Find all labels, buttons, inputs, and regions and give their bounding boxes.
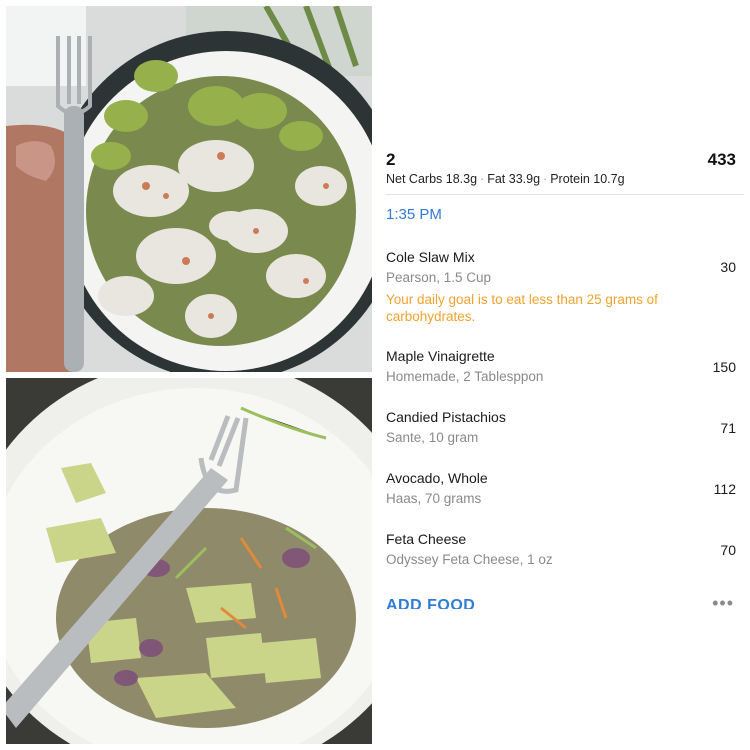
food-name: Maple Vinaigrette	[386, 348, 495, 364]
food-calories: 150	[712, 359, 736, 375]
meal-macros: Net Carbs 18.3g · Fat 33.9g · Protein 10.7g	[386, 172, 625, 186]
meal-total-calories: 433	[707, 150, 736, 169]
add-food-button[interactable]: ADD FOOD	[386, 595, 475, 609]
food-name: Feta Cheese	[386, 531, 467, 547]
food-calories: 112	[713, 481, 736, 497]
food-entry-candied-pistachios[interactable]: Candied Pistachios Sante, 10 gram 71	[386, 409, 738, 449]
carb-goal-warning: Your daily goal is to eat less than 25 g…	[386, 292, 658, 324]
salad-photo-bottom	[6, 378, 372, 744]
more-options-icon[interactable]: •••	[712, 594, 734, 612]
food-calories: 30	[720, 259, 736, 275]
food-name: Avocado, Whole	[386, 470, 488, 486]
meal-number: 2	[386, 150, 396, 169]
food-entry-feta-cheese[interactable]: Feta Cheese Odyssey Feta Cheese, 1 oz 70	[386, 531, 738, 571]
food-log-panel: 2 433 Net Carbs 18.3g · Fat 33.9g · Protein …	[372, 0, 750, 750]
food-calories: 71	[720, 420, 736, 436]
food-detail: Odyssey Feta Cheese, 1 oz	[386, 552, 553, 567]
food-detail: Homemade, 2 Tablesppon	[386, 369, 544, 384]
food-calories: 70	[720, 542, 736, 558]
food-entry-avocado[interactable]: Avocado, Whole Haas, 70 grams 112	[386, 470, 738, 510]
protein-value: Protein 10.7g	[550, 172, 625, 186]
meal-time[interactable]: 1:35 PM	[386, 206, 442, 223]
food-name: Cole Slaw Mix	[386, 249, 475, 265]
header-divider	[386, 194, 744, 195]
food-name: Candied Pistachios	[386, 409, 506, 425]
macro-separator: ·	[480, 172, 485, 186]
salad-photo-top	[6, 6, 372, 372]
food-detail: Haas, 70 grams	[386, 491, 482, 506]
fat-value: Fat 33.9g	[487, 172, 541, 186]
net-carbs-value: Net Carbs 18.3g	[386, 172, 478, 186]
food-detail: Sante, 10 gram	[386, 430, 479, 445]
food-detail: Pearson, 1.5 Cup	[386, 270, 492, 285]
food-entry-maple-vinaigrette[interactable]: Maple Vinaigrette Homemade, 2 Tablesppon…	[386, 348, 738, 388]
macro-separator: ·	[543, 172, 548, 186]
food-entry-cole-slaw[interactable]: Cole Slaw Mix Pearson, 1.5 Cup 30 Your d…	[386, 249, 738, 329]
